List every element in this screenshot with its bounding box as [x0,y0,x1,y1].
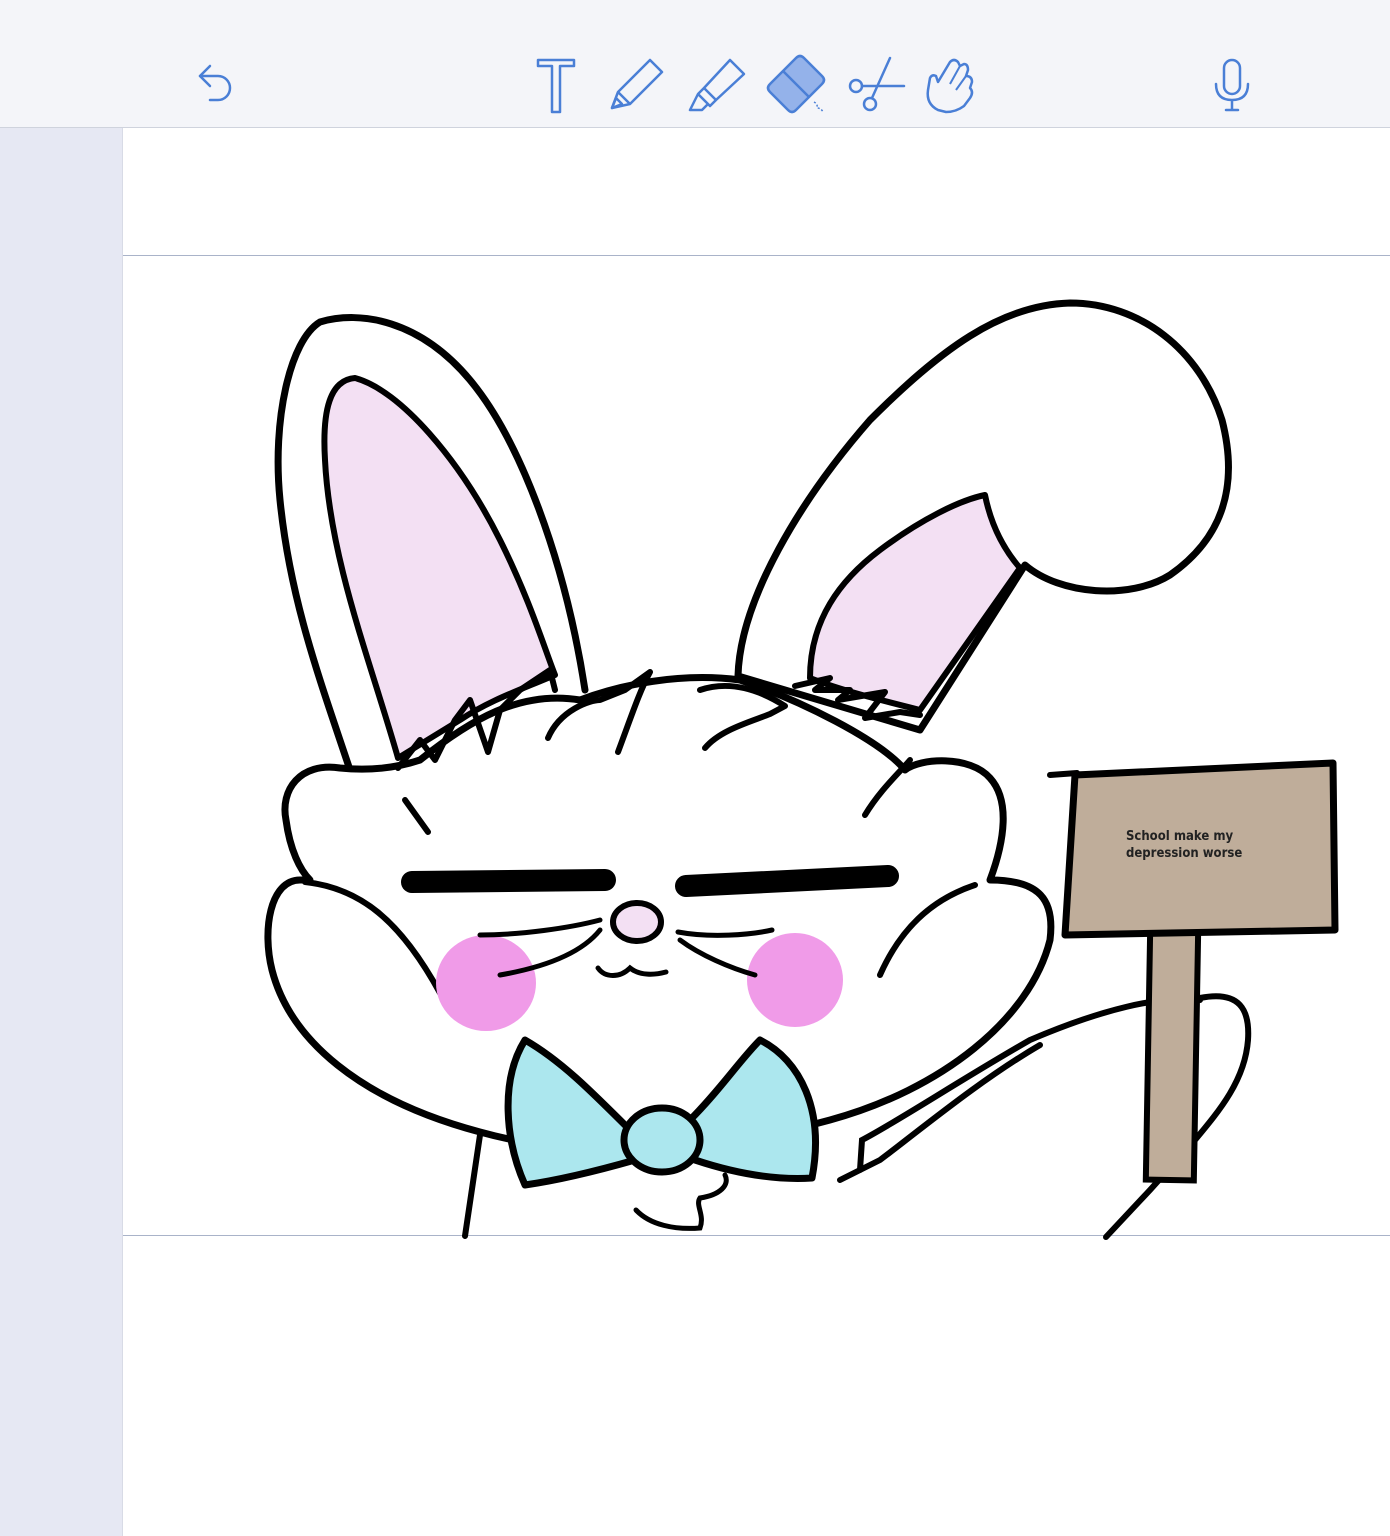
sign-text: School make my depression worse [1126,829,1243,861]
left-blush [436,935,536,1031]
right-eye [675,865,899,897]
sign-post [1142,926,1202,1184]
left-eye [401,869,616,893]
nose [610,900,664,944]
bunny-drawing[interactable] [0,0,1390,1536]
right-blush [747,933,843,1027]
